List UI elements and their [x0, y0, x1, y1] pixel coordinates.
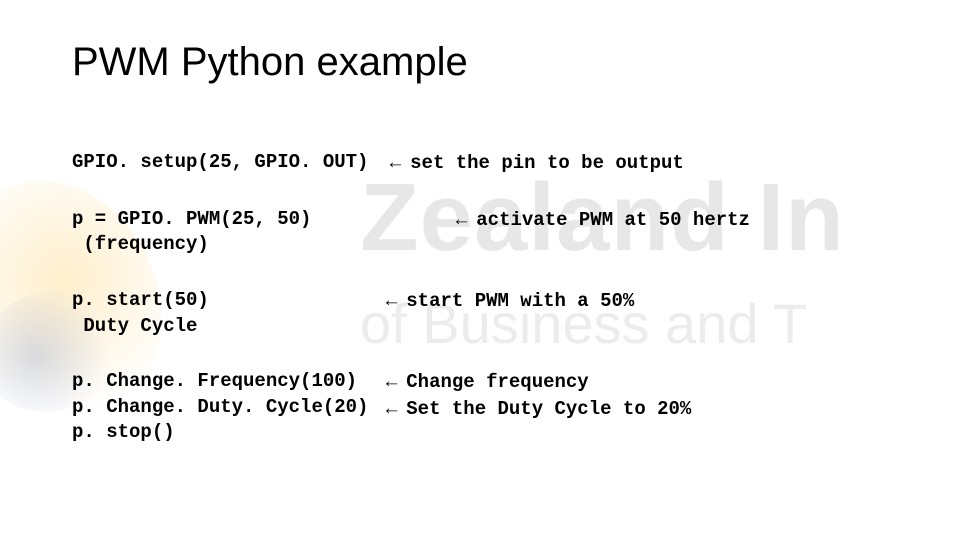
note-pwm-create-text: activate PWM at 50 hertz [476, 209, 750, 231]
code-area: GPIO. setup(25, GPIO. OUT) ← set the pin… [72, 150, 920, 476]
row-pwm-create: p = GPIO. PWM(25, 50) (frequency) ← acti… [72, 207, 920, 258]
code-start: p. start(50) Duty Cycle [72, 288, 382, 339]
note-change-text-2: Set the Duty Cycle to 20% [406, 398, 691, 420]
note-setup: ← set the pin to be output [386, 150, 920, 177]
row-start: p. start(50) Duty Cycle ← start PWM with… [72, 288, 920, 339]
code-change: p. Change. Frequency(100) p. Change. Dut… [72, 369, 382, 446]
left-arrow-icon: ← [382, 398, 406, 419]
row-change: p. Change. Frequency(100) p. Change. Dut… [72, 369, 920, 446]
left-arrow-icon: ← [452, 209, 476, 230]
page-title: PWM Python example [72, 40, 468, 85]
note-pwm-create: ← activate PWM at 50 hertz [382, 207, 920, 234]
left-arrow-icon: ← [386, 152, 410, 173]
left-arrow-icon: ← [382, 290, 406, 311]
code-setup: GPIO. setup(25, GPIO. OUT) [72, 150, 380, 176]
note-change: ← Change frequency ← Set the Duty Cycle … [382, 369, 920, 422]
note-start-text: start PWM with a 50% [406, 290, 634, 312]
note-change-text-1: Change frequency [406, 371, 588, 393]
left-arrow-icon: ← [382, 371, 406, 392]
note-setup-text: set the pin to be output [410, 152, 684, 174]
code-pwm-create: p = GPIO. PWM(25, 50) (frequency) [72, 207, 382, 258]
row-setup: GPIO. setup(25, GPIO. OUT) ← set the pin… [72, 150, 920, 177]
note-start: ← start PWM with a 50% [382, 288, 920, 315]
